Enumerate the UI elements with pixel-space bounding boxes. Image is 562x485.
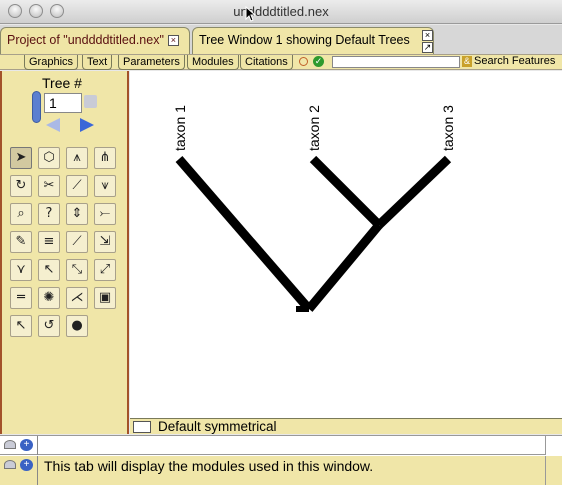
toolbar-tab-text[interactable]: Text — [82, 55, 113, 70]
reroot-tool-icon[interactable]: ↻ — [10, 175, 32, 197]
rotate-tool-icon[interactable]: ↺ — [38, 315, 60, 337]
arrow-tool-icon[interactable]: ➤ — [10, 147, 32, 169]
window-title: unddddtitled.nex — [233, 4, 329, 19]
window-tabs: Project of "unddddtitled.nex" × Tree Wind… — [0, 25, 562, 55]
tree-drawing-style[interactable]: Default symmetrical — [158, 419, 277, 434]
select-branch-tool-icon[interactable]: ⇲ — [94, 231, 116, 253]
tab-project[interactable]: Project of "unddddtitled.nex" × — [0, 27, 190, 54]
module-toolbar: Graphics Text Parameters Modules Citatio… — [0, 55, 562, 70]
taxon-label-3[interactable]: taxon 3 — [440, 105, 456, 151]
tab-tree-window[interactable]: Tree Window 1 showing Default Trees × ↗ — [192, 27, 434, 54]
log-area: + + This tab will display the modules us… — [0, 435, 562, 485]
hide-icon[interactable] — [4, 460, 16, 469]
fan-tool-icon[interactable]: ⋔ — [94, 147, 116, 169]
checkmark-icon[interactable]: ✓ — [313, 56, 324, 67]
help-tool-icon[interactable]: ? — [38, 203, 60, 225]
tab-project-label: Project of "unddddtitled.nex" — [7, 33, 164, 47]
prune-tool-icon[interactable]: ⤚ — [94, 203, 116, 225]
toolbar-tab-modules[interactable]: Modules — [187, 55, 239, 70]
tree-tools-panel: Tree # 1 ➤ ⬡ ⩚ ⋔ ↻ ✂ ⟋ ⩛ ⌕? ⇕ ⤚ ✎ ≡ ⟋ ⇲ ⋎ ↖ ⤡ ⤢ ═ ✺ ⋌ ▣ ↖ ↺ ● — [0, 71, 129, 434]
title-bar: unddddtitled.nex — [0, 0, 562, 24]
tree-number-field[interactable]: 1 — [44, 93, 82, 113]
tree-number-label: Tree # — [42, 75, 82, 91]
tree-drawing: taxon 1 taxon 2 taxon 3 — [172, 105, 456, 312]
tree-canvas[interactable]: taxon 1 taxon 2 taxon 3 — [130, 71, 562, 418]
scrollbar[interactable] — [545, 456, 562, 485]
module-info-row: + This tab will display the modules used… — [0, 456, 562, 485]
scissors-tool-icon[interactable]: ✂ — [38, 175, 60, 197]
close-tab-icon[interactable]: × — [422, 30, 433, 41]
pointer-tool-icon[interactable]: ↖ — [38, 259, 60, 281]
branch-taxon-1[interactable] — [175, 156, 313, 312]
clipboard-tool-icon[interactable]: ▣ — [94, 287, 116, 309]
branch-taxon-2[interactable] — [309, 155, 383, 229]
next-tree-icon[interactable] — [80, 118, 94, 132]
stretch-tool-icon[interactable]: ⇕ — [66, 203, 88, 225]
module-info-text: This tab will display the modules used i… — [44, 458, 374, 474]
taxon-label-1[interactable]: taxon 1 — [172, 105, 188, 151]
search-input[interactable] — [332, 56, 460, 68]
toolbar-tab-citations[interactable]: Citations — [240, 55, 293, 70]
expand-icon[interactable]: + — [20, 439, 33, 451]
search-features-button[interactable]: & Search Features — [462, 55, 555, 67]
tree-stepper[interactable] — [32, 91, 41, 123]
collapse-tool-icon[interactable]: ⩛ — [94, 175, 116, 197]
ladderize-tool-icon[interactable]: ⟋ — [66, 175, 88, 197]
split-tool-icon[interactable]: ⩚ — [66, 147, 88, 169]
search-icon: & — [462, 55, 472, 67]
paint-tool-icon[interactable]: ✎ — [10, 231, 32, 253]
join-tool-icon[interactable]: ⋌ — [66, 287, 88, 309]
mouse-cursor-icon — [245, 6, 255, 22]
scrollbar[interactable] — [545, 436, 562, 455]
internal-branch[interactable] — [305, 222, 383, 312]
spin-tool-icon[interactable]: ✺ — [38, 287, 60, 309]
tree-status-bar: Default symmetrical — [130, 418, 562, 434]
search-features-label: Search Features — [474, 55, 556, 67]
toolbar-tab-parameters[interactable]: Parameters — [118, 55, 185, 70]
nodes-tool-icon[interactable]: ⤢ — [94, 259, 116, 281]
info-tool-icon[interactable]: ↖ — [10, 315, 32, 337]
expand-icon[interactable]: + — [20, 459, 33, 471]
hide-icon[interactable] — [4, 440, 16, 449]
previous-tree-icon[interactable] — [46, 118, 60, 132]
branch-taxon-3[interactable] — [375, 155, 452, 229]
go-tree-button[interactable] — [84, 95, 97, 108]
record-icon[interactable] — [299, 57, 308, 66]
cube-tool-icon[interactable]: ⬡ — [38, 147, 60, 169]
lineage-tool-icon[interactable]: ⋎ — [10, 259, 32, 281]
command-line-row: + — [0, 436, 562, 455]
close-tab-icon[interactable]: × — [167, 35, 179, 47]
taxon-label-2[interactable]: taxon 2 — [306, 105, 322, 151]
toolbar-tab-graphics[interactable]: Graphics — [24, 55, 79, 70]
tab-tree-window-label: Tree Window 1 showing Default Trees — [199, 33, 410, 47]
branch-tool-icon[interactable]: ⟋ — [66, 231, 88, 253]
layout-menu-icon[interactable] — [133, 421, 151, 433]
name-tool-icon[interactable]: ≡ — [38, 231, 60, 253]
color-tool-icon[interactable]: ● — [66, 315, 88, 337]
scale-tool-icon[interactable]: ═ — [10, 287, 32, 309]
popout-tab-icon[interactable]: ↗ — [422, 42, 433, 53]
magnifier-tool-icon[interactable]: ⌕ — [10, 203, 32, 225]
move-branch-tool-icon[interactable]: ⤡ — [66, 259, 88, 281]
